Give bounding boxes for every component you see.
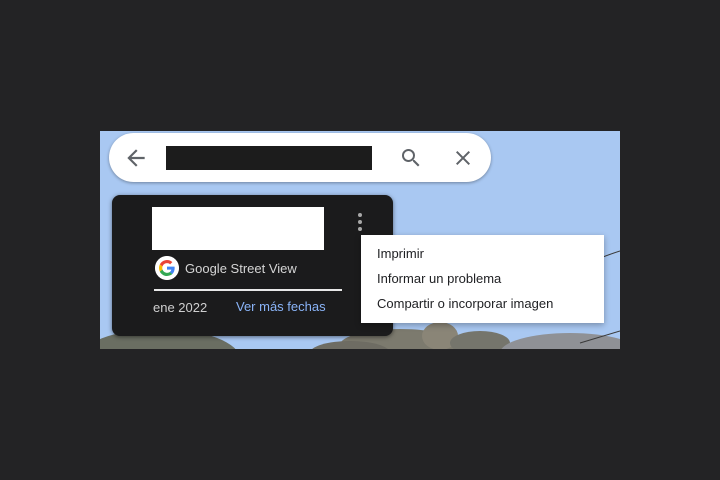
search-input[interactable] xyxy=(166,146,372,170)
date-divider xyxy=(154,289,342,291)
more-vert-icon[interactable] xyxy=(350,211,370,233)
search-icon[interactable] xyxy=(399,146,423,170)
google-g-logo xyxy=(155,256,179,280)
source-label: Google Street View xyxy=(185,261,297,276)
menu-item-share-embed[interactable]: Compartir o incorporar imagen xyxy=(361,291,604,316)
more-dates-link[interactable]: Ver más fechas xyxy=(236,299,326,314)
search-bar xyxy=(109,133,491,182)
place-title xyxy=(152,207,324,250)
context-menu: Imprimir Informar un problema Compartir … xyxy=(361,235,604,323)
close-icon[interactable] xyxy=(451,146,475,170)
arrow-back-icon[interactable] xyxy=(123,145,149,171)
capture-date: ene 2022 xyxy=(153,300,208,315)
menu-item-print[interactable]: Imprimir xyxy=(361,241,604,266)
menu-item-report-problem[interactable]: Informar un problema xyxy=(361,266,604,291)
location-info-card: Google Street View ene 2022 Ver más fech… xyxy=(112,195,393,336)
